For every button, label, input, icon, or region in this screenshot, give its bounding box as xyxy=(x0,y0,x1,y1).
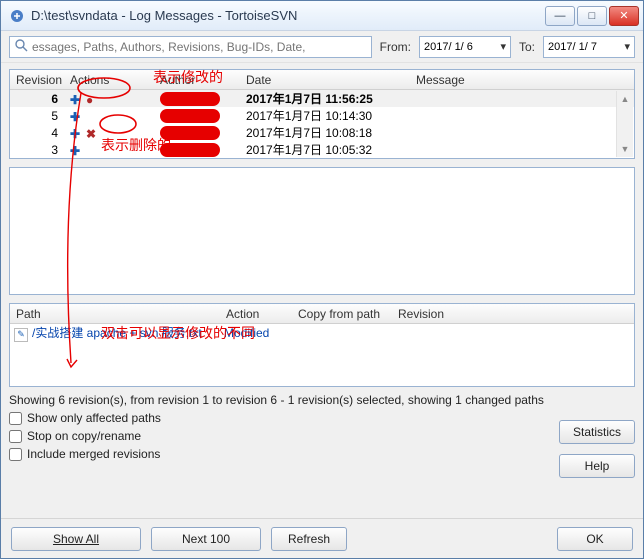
revision-list-panel: Revision Actions Author Date Message 6✚●… xyxy=(9,69,635,159)
check-include-merged[interactable]: Include merged revisions xyxy=(9,447,635,461)
close-button[interactable]: ✕ xyxy=(609,6,639,26)
add-icon: ✚ xyxy=(70,127,82,139)
scroll-up-icon[interactable]: ▲ xyxy=(617,91,633,107)
rev-author xyxy=(154,143,240,157)
from-label: From: xyxy=(380,40,411,54)
check-label: Show only affected paths xyxy=(27,411,161,425)
search-icon xyxy=(14,38,28,55)
col-revision[interactable]: Revision xyxy=(10,73,64,87)
delete-icon: ✖ xyxy=(86,127,98,139)
path-cell: ✎ /实战搭建 apache + svn 服务.txt xyxy=(14,324,224,342)
revision-rows: 6✚●2017年1月7日 11:56:255✚2017年1月7日 10:14:3… xyxy=(10,90,634,158)
help-button-wrap: Help xyxy=(559,454,635,478)
from-date-picker[interactable]: 2017/ 1/ 6 ▾ xyxy=(419,36,511,58)
chevron-down-icon: ▾ xyxy=(500,40,506,53)
window-buttons: — □ ✕ xyxy=(545,6,639,26)
options-checks: Show only affected paths Stop on copy/re… xyxy=(9,411,635,461)
check-only-affected[interactable]: Show only affected paths xyxy=(9,411,635,425)
title-bar: D:\test\svndata - Log Messages - Tortois… xyxy=(1,1,643,31)
col-path-action[interactable]: Action xyxy=(220,307,292,321)
log-message-panel[interactable] xyxy=(9,167,635,295)
checkbox[interactable] xyxy=(9,430,22,443)
help-button[interactable]: Help xyxy=(559,454,635,478)
path-header-row: Path Action Copy from path Revision xyxy=(10,304,634,324)
show-all-button[interactable]: Show All xyxy=(11,527,141,551)
next-100-button[interactable]: Next 100 xyxy=(151,527,261,551)
rev-author xyxy=(154,126,240,140)
add-icon: ✚ xyxy=(70,93,82,105)
revision-row[interactable]: 3 ✚ 2017年1月7日 10:05:32 xyxy=(10,141,634,158)
app-icon xyxy=(9,8,25,24)
search-row: From: 2017/ 1/ 6 ▾ To: 2017/ 1/ 7 ▾ xyxy=(1,31,643,63)
col-author[interactable]: Author xyxy=(154,73,240,87)
rev-number: 6 xyxy=(10,92,64,106)
ok-button[interactable]: OK xyxy=(557,527,633,551)
revision-row[interactable]: 5 ✚ 2017年1月7日 10:14:30 xyxy=(10,107,634,124)
to-date-picker[interactable]: 2017/ 1/ 7 ▾ xyxy=(543,36,635,58)
scroll-down-icon[interactable]: ▼ xyxy=(617,141,633,157)
check-label: Include merged revisions xyxy=(27,447,160,461)
rev-date: 2017年1月7日 11:56:25 xyxy=(240,90,410,107)
rev-number: 3 xyxy=(10,143,64,157)
path-row[interactable]: ✎ /实战搭建 apache + svn 服务.txt Modified xyxy=(10,324,634,342)
footer-bar: Show All Next 100 Refresh OK xyxy=(1,518,643,558)
col-date[interactable]: Date xyxy=(240,73,410,87)
rev-actions: ✚✖ xyxy=(64,127,154,139)
rev-date: 2017年1月7日 10:14:30 xyxy=(240,107,410,124)
refresh-button[interactable]: Refresh xyxy=(271,527,347,551)
from-date-value: 2017/ 1/ 6 xyxy=(424,41,473,53)
rev-actions: ✚ xyxy=(64,110,154,122)
window-title: D:\test\svndata - Log Messages - Tortois… xyxy=(31,8,545,23)
to-date-value: 2017/ 1/ 7 xyxy=(548,41,597,53)
rev-number: 4 xyxy=(10,126,64,140)
minimize-button[interactable]: — xyxy=(545,6,575,26)
path-rows: ✎ /实战搭建 apache + svn 服务.txt Modified xyxy=(10,324,634,342)
search-input[interactable] xyxy=(32,40,367,54)
rev-date: 2017年1月7日 10:05:32 xyxy=(240,141,410,158)
col-path[interactable]: Path xyxy=(10,307,220,321)
checkbox[interactable] xyxy=(9,448,22,461)
rev-author xyxy=(154,92,240,106)
check-label: Stop on copy/rename xyxy=(27,429,141,443)
chevron-down-icon: ▾ xyxy=(624,40,630,53)
col-copy-from-path[interactable]: Copy from path xyxy=(292,307,392,321)
statistics-button-wrap: Statistics xyxy=(559,420,635,444)
to-label: To: xyxy=(519,40,535,54)
path-link[interactable]: /实战搭建 apache + svn 服务.txt xyxy=(32,326,202,340)
revision-scrollbar[interactable]: ▲ ▼ xyxy=(616,91,633,157)
rev-author xyxy=(154,109,240,123)
rev-date: 2017年1月7日 10:08:18 xyxy=(240,124,410,141)
app-window: D:\test\svndata - Log Messages - Tortois… xyxy=(0,0,644,559)
add-icon: ✚ xyxy=(70,110,82,122)
modify-icon: ● xyxy=(86,93,98,105)
col-message[interactable]: Message xyxy=(410,73,634,87)
add-icon: ✚ xyxy=(70,144,82,156)
file-icon: ✎ xyxy=(14,328,28,342)
summary-text: Showing 6 revision(s), from revision 1 t… xyxy=(9,387,635,411)
rev-number: 5 xyxy=(10,109,64,123)
changed-paths-panel: Path Action Copy from path Revision ✎ /实战… xyxy=(9,303,635,387)
path-action: Modified xyxy=(224,326,296,340)
maximize-button[interactable]: □ xyxy=(577,6,607,26)
revision-row[interactable]: 6✚●2017年1月7日 11:56:25 xyxy=(10,90,634,107)
col-actions[interactable]: Actions xyxy=(64,73,154,87)
content-area: Revision Actions Author Date Message 6✚●… xyxy=(1,63,643,518)
rev-actions: ✚● xyxy=(64,93,154,105)
revision-row[interactable]: 4✚✖2017年1月7日 10:08:18 xyxy=(10,124,634,141)
col-path-revision[interactable]: Revision xyxy=(392,307,452,321)
check-stop-on-copy[interactable]: Stop on copy/rename xyxy=(9,429,635,443)
rev-actions: ✚ xyxy=(64,144,154,156)
search-box[interactable] xyxy=(9,36,372,58)
revision-header-row: Revision Actions Author Date Message xyxy=(10,70,634,90)
statistics-button[interactable]: Statistics xyxy=(559,420,635,444)
checkbox[interactable] xyxy=(9,412,22,425)
